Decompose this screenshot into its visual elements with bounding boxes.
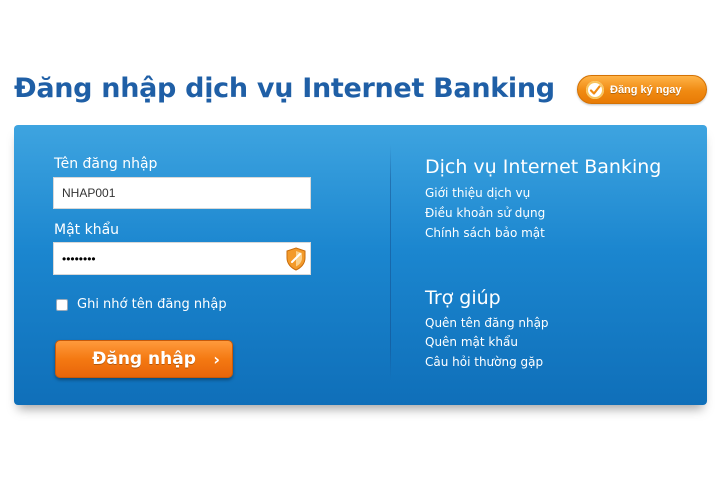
remember-username[interactable]: Ghi nhớ tên đăng nhập xyxy=(56,297,227,312)
panel-divider xyxy=(390,145,391,380)
password-input[interactable] xyxy=(54,243,310,274)
username-label: Tên đăng nhập xyxy=(54,156,158,172)
link-terms-of-use[interactable]: Điều khoản sử dụng xyxy=(425,206,545,220)
username-input[interactable] xyxy=(53,177,311,209)
password-label: Mật khẩu xyxy=(54,222,120,238)
register-now-label: Đăng ký ngay xyxy=(610,83,682,96)
password-field xyxy=(53,242,311,275)
help-title: Trợ giúp xyxy=(425,287,501,309)
link-faq[interactable]: Câu hỏi thường gặp xyxy=(425,355,543,369)
shield-icon[interactable] xyxy=(285,247,307,271)
page-title: Đăng nhập dịch vụ Internet Banking xyxy=(14,73,555,104)
login-button-label: Đăng nhập xyxy=(92,349,196,369)
remember-label: Ghi nhớ tên đăng nhập xyxy=(77,297,227,312)
remember-checkbox[interactable] xyxy=(56,298,68,311)
login-panel: Tên đăng nhập Mật khẩu Ghi nhớ tên đăng … xyxy=(14,125,707,405)
register-now-button[interactable]: Đăng ký ngay xyxy=(577,75,707,104)
check-icon xyxy=(586,80,604,99)
link-forgot-password[interactable]: Quên mật khẩu xyxy=(425,335,518,349)
link-forgot-username[interactable]: Quên tên đăng nhập xyxy=(425,316,549,330)
link-privacy-policy[interactable]: Chính sách bảo mật xyxy=(425,226,545,240)
link-service-intro[interactable]: Giới thiệu dịch vụ xyxy=(425,186,530,200)
services-title: Dịch vụ Internet Banking xyxy=(425,156,662,178)
login-button[interactable]: Đăng nhập › xyxy=(55,340,233,378)
chevron-right-icon: › xyxy=(213,350,220,369)
